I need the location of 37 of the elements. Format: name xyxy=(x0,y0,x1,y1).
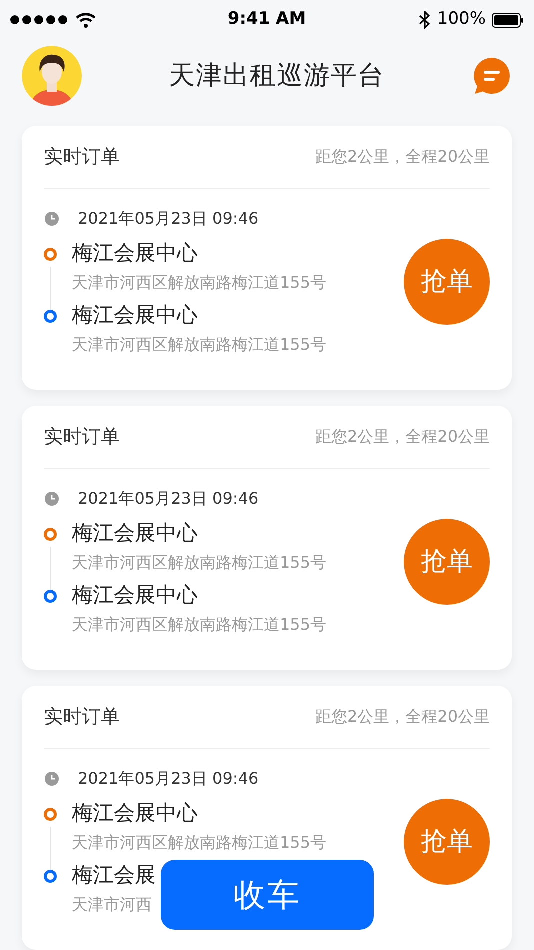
place-address: 天津市河西区解放南路梅江道155号 xyxy=(72,832,327,854)
battery-icon xyxy=(492,12,524,28)
bluetooth-icon xyxy=(419,11,432,29)
avatar[interactable] xyxy=(22,46,82,106)
order-time: 2021年05月23日 09:46 xyxy=(78,208,259,230)
place-address: 天津市河西 xyxy=(72,894,152,916)
wifi-icon xyxy=(76,12,96,28)
distance-text: 距您2公里，全程20公里 xyxy=(315,426,490,448)
place-name: 梅江会展中心 xyxy=(72,302,198,330)
end-shift-button[interactable]: 收车 xyxy=(161,860,374,930)
order-title: 实时订单 xyxy=(44,424,120,450)
status-time: 9:41 AM xyxy=(226,8,308,32)
distance-text: 距您2公里，全程20公里 xyxy=(315,146,490,168)
place-address: 天津市河西区解放南路梅江道155号 xyxy=(72,614,327,636)
order-time: 2021年05月23日 09:46 xyxy=(78,768,259,790)
battery-percent: 100% xyxy=(437,8,486,32)
place-address: 天津市河西区解放南路梅江道155号 xyxy=(72,272,327,294)
place-name: 梅江会展中心 xyxy=(72,582,198,610)
place-address: 天津市河西区解放南路梅江道155号 xyxy=(72,552,327,574)
signal-icon xyxy=(10,15,68,25)
place-name: 梅江会展 xyxy=(72,862,156,890)
distance-text: 距您2公里，全程20公里 xyxy=(315,706,490,728)
place-name: 梅江会展中心 xyxy=(72,800,198,828)
grab-order-button[interactable]: 抢单 xyxy=(404,799,490,885)
order-time: 2021年05月23日 09:46 xyxy=(78,488,259,510)
clock-icon xyxy=(45,492,59,506)
place-name: 梅江会展中心 xyxy=(72,240,198,268)
place-name: 梅江会展中心 xyxy=(72,520,198,548)
order-title: 实时订单 xyxy=(44,704,120,730)
order-title: 实时订单 xyxy=(44,144,120,170)
clock-icon xyxy=(45,772,59,786)
message-icon[interactable] xyxy=(472,56,512,96)
grab-order-button[interactable]: 抢单 xyxy=(404,239,490,325)
clock-icon xyxy=(45,212,59,226)
grab-order-button[interactable]: 抢单 xyxy=(404,519,490,605)
place-address: 天津市河西区解放南路梅江道155号 xyxy=(72,334,327,356)
app-title: 天津出租巡游平台 xyxy=(168,60,386,92)
